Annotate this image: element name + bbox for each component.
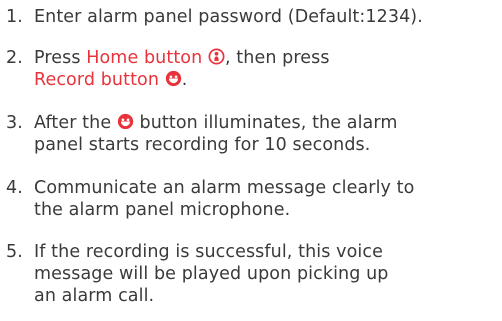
step-5-line-3: an alarm call. bbox=[34, 286, 155, 306]
step-4-line-1: Communicate an alarm message clearly to bbox=[34, 178, 415, 198]
step-2-line-1: Press Home button , then press bbox=[34, 47, 496, 69]
step-3-number: 3. bbox=[6, 113, 23, 133]
step-1-text: Enter alarm panel password (Default:1234… bbox=[34, 7, 423, 27]
step-5: 5. If the recording is successful, this … bbox=[6, 241, 496, 307]
instruction-steps: 1. Enter alarm panel password (Default:1… bbox=[0, 0, 502, 321]
record-button-label: Record button bbox=[34, 70, 160, 90]
step-2: 2. Press Home button , then press Record… bbox=[6, 47, 496, 91]
step-1-number: 1. bbox=[6, 7, 23, 27]
home-icon bbox=[208, 48, 225, 65]
step-3-button-illuminates: button illuminates, the alarm bbox=[133, 113, 398, 133]
step-2-line-2: Record button . bbox=[34, 69, 496, 91]
step-4-number: 4. bbox=[6, 178, 23, 198]
step-2-then-press: , then press bbox=[224, 48, 330, 68]
home-button-label: Home button bbox=[86, 48, 203, 68]
step-2-end: . bbox=[181, 70, 188, 90]
step-2-press-text: Press bbox=[34, 48, 87, 68]
step-5-line-2: message will be played upon picking up bbox=[34, 264, 389, 284]
step-1: 1. Enter alarm panel password (Default:1… bbox=[6, 6, 496, 28]
step-3-line-1: After the button illuminates, the alarm bbox=[34, 112, 496, 134]
step-5-line-1: If the recording is successful, this voi… bbox=[34, 242, 383, 262]
step-2-number: 2. bbox=[6, 48, 23, 68]
record-icon bbox=[117, 113, 134, 130]
record-icon bbox=[165, 70, 181, 87]
step-4-line-2: the alarm panel microphone. bbox=[34, 200, 291, 220]
step-4: 4. Communicate an alarm message clearly … bbox=[6, 177, 496, 221]
step-3: 3. After the button illuminates, the ala… bbox=[6, 112, 496, 156]
step-5-number: 5. bbox=[6, 242, 23, 262]
step-3-after-the: After the bbox=[34, 113, 117, 133]
step-3-line-2: panel starts recording for 10 seconds. bbox=[34, 135, 371, 155]
